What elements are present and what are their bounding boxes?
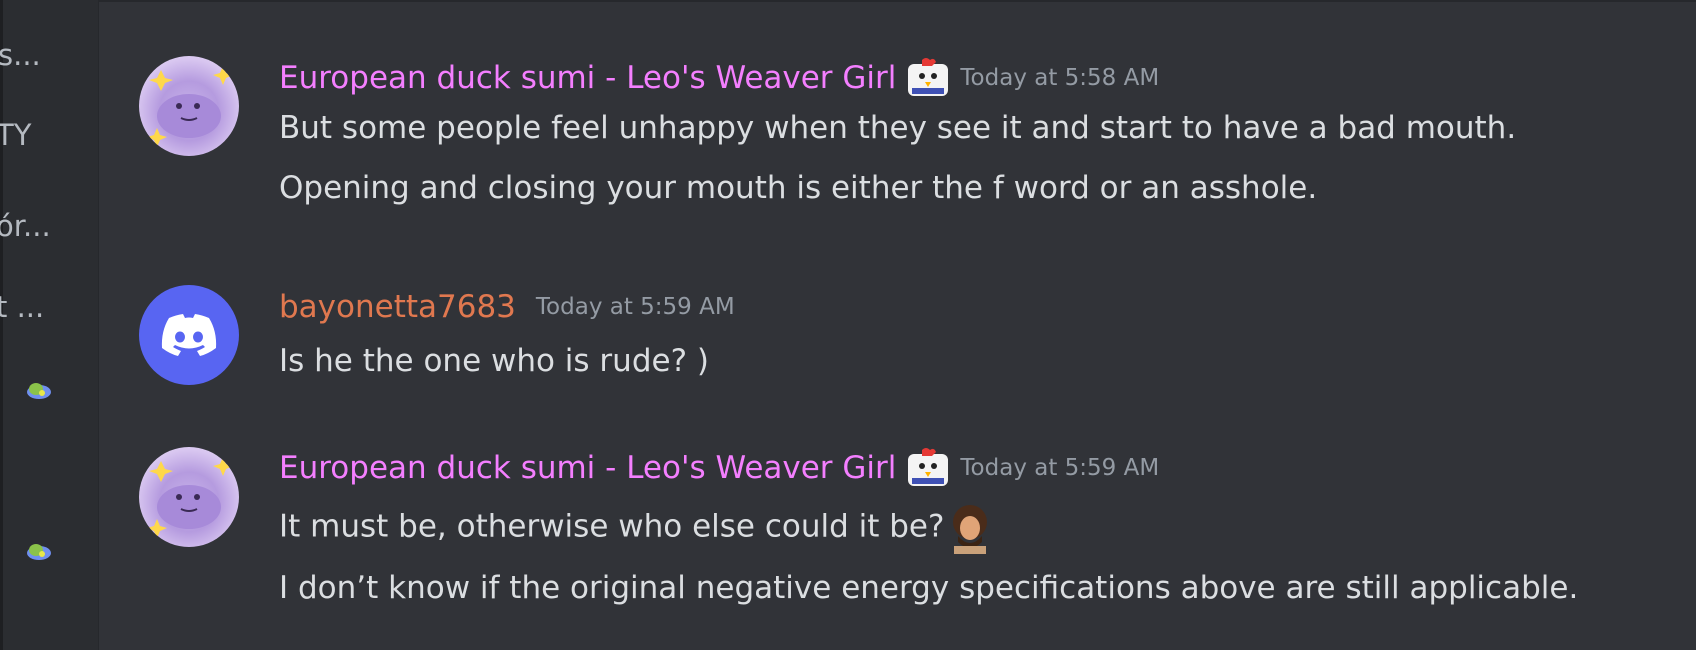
username[interactable]: bayonetta7683 <box>279 289 516 325</box>
sidebar-edge <box>0 0 3 650</box>
message-text: It must be, otherwise who else could it … <box>279 502 996 554</box>
username[interactable]: European duck sumi - Leo's Weaver Girl <box>279 60 896 96</box>
message-text-content: It must be, otherwise who else could it … <box>279 508 945 545</box>
message-header: European duck sumi - Leo's Weaver Girl T… <box>279 448 1159 488</box>
avatar[interactable] <box>139 447 239 547</box>
sidebar-status-emoji-icon <box>27 544 51 560</box>
sidebar-status-emoji-icon <box>27 383 51 399</box>
timestamp[interactable]: Today at 5:58 AM <box>960 58 1159 98</box>
message-header: bayonetta7683 Today at 5:59 AM <box>279 287 735 327</box>
username[interactable]: European duck sumi - Leo's Weaver Girl <box>279 450 896 486</box>
bob-ross-emoji-icon <box>953 505 988 554</box>
channel-sidebar: s... TY ór... t ... <box>0 0 98 650</box>
chicken-badge-icon <box>908 448 949 486</box>
sidebar-item-3[interactable]: ór... <box>0 209 51 243</box>
timestamp[interactable]: Today at 5:59 AM <box>536 287 735 327</box>
message-header: European duck sumi - Leo's Weaver Girl T… <box>279 58 1159 98</box>
message-text: I don’t know if the original negative en… <box>279 570 1579 606</box>
message-list: European duck sumi - Leo's Weaver Girl T… <box>98 0 1696 650</box>
ditto-avatar-icon <box>147 66 233 147</box>
chicken-badge-icon <box>908 58 949 96</box>
message-text: But some people feel unhappy when they s… <box>279 110 1517 146</box>
sidebar-item-2[interactable]: TY <box>0 118 31 152</box>
sidebar-item-4[interactable]: t ... <box>0 290 44 324</box>
timestamp[interactable]: Today at 5:59 AM <box>960 448 1159 488</box>
discord-logo-icon <box>161 314 217 356</box>
ditto-avatar-icon <box>147 457 233 538</box>
avatar[interactable] <box>139 285 239 385</box>
avatar[interactable] <box>139 56 239 156</box>
sidebar-item-1[interactable]: s... <box>0 38 41 72</box>
message-text: Opening and closing your mouth is either… <box>279 170 1318 206</box>
message-text: Is he the one who is rude? ) <box>279 343 709 379</box>
